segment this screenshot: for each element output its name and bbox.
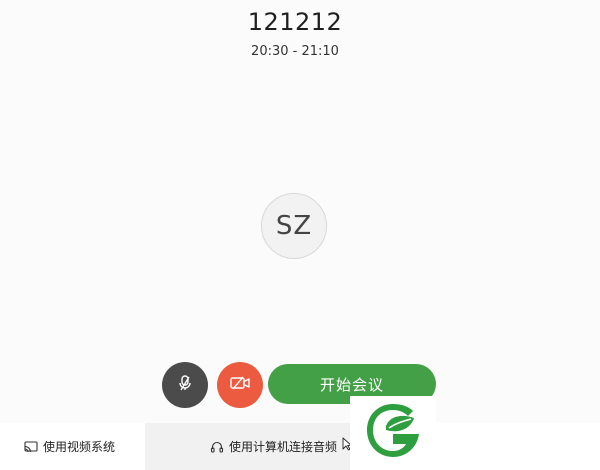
use-video-system-option[interactable]: 使用视频系统 [0, 423, 145, 470]
microphone-muted-icon [175, 373, 195, 397]
avatar-initials: SZ [275, 211, 313, 241]
meeting-time: 20:30 - 21:10 [251, 44, 339, 59]
audio-options-bar: 使用视频系统 使用计算机连接音频 [0, 423, 600, 470]
meeting-title: 121212 [247, 8, 343, 36]
use-computer-audio-option[interactable]: 使用计算机连接音频 [145, 423, 355, 470]
use-video-system-label: 使用视频系统 [43, 440, 116, 454]
toggle-camera-button[interactable] [217, 362, 263, 408]
use-computer-audio-label: 使用计算机连接音频 [229, 440, 338, 454]
mute-microphone-button[interactable] [162, 362, 208, 408]
cast-icon [24, 440, 38, 454]
camera-off-icon [229, 373, 251, 397]
leaf-g-logo-icon [362, 400, 424, 466]
participant-avatar: SZ [261, 193, 327, 259]
headset-icon [210, 440, 224, 454]
brand-logo [350, 396, 436, 470]
